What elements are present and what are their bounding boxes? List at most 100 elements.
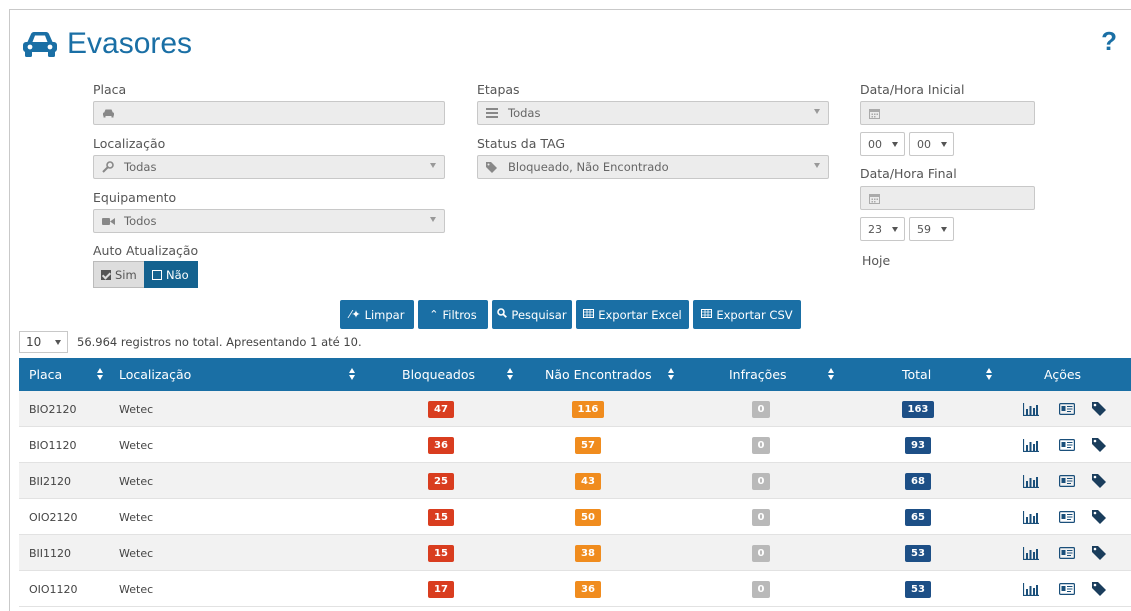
tag-icon[interactable] [1091, 473, 1107, 489]
page-header: Evasores [20, 24, 192, 64]
filtros-label: Filtros [442, 307, 477, 322]
col-bloqueados[interactable]: Bloqueados [402, 367, 475, 382]
filtros-button[interactable]: ⌃ Filtros [418, 300, 488, 329]
data-inicial-input[interactable] [860, 101, 1035, 125]
auto-nao-option[interactable]: Não [144, 261, 198, 288]
placa-label: Placa [93, 82, 127, 97]
chart-icon[interactable] [1023, 509, 1039, 525]
search-icon [497, 308, 508, 321]
auto-atualizacao-toggle: Sim Não [93, 261, 198, 288]
table-row: OIO1120 Wetec 17 36 0 53 [19, 571, 1131, 607]
sort-icon[interactable] [97, 368, 103, 380]
id-card-icon[interactable] [1059, 473, 1075, 489]
magic-wand-icon: ⁄✦ [349, 308, 361, 321]
minuto-inicial-select[interactable]: 00 [909, 132, 954, 156]
table-row: BIO1120 Wetec 36 57 0 93 [19, 427, 1131, 463]
exportar-excel-label: Exportar Excel [598, 307, 682, 322]
status-tag-select[interactable]: Bloqueado, Não Encontrado [477, 155, 829, 179]
placa-input[interactable] [93, 101, 445, 125]
cell-localizacao: Wetec [119, 403, 154, 416]
tag-icon[interactable] [1091, 437, 1107, 453]
cell-placa: OIO2120 [29, 511, 78, 524]
calendar-icon [869, 193, 885, 204]
car-icon [102, 108, 118, 118]
auto-sim-option[interactable]: Sim [93, 261, 144, 288]
chevron-down-icon [892, 227, 898, 232]
chevron-down-icon [814, 109, 820, 114]
chart-icon[interactable] [1023, 545, 1039, 561]
video-camera-icon [102, 217, 118, 226]
help-icon[interactable]: ? [1101, 26, 1117, 57]
cell-localizacao: Wetec [119, 583, 154, 596]
infracoes-badge: 0 [751, 581, 771, 598]
etapas-select[interactable]: Todas [477, 101, 829, 125]
tag-icon[interactable] [1091, 545, 1107, 561]
minuto-final-select[interactable]: 59 [909, 217, 954, 241]
exportar-excel-button[interactable]: Exportar Excel [576, 300, 689, 329]
id-card-icon[interactable] [1059, 437, 1075, 453]
checkbox-empty-icon [152, 269, 162, 280]
sort-icon[interactable] [349, 368, 355, 380]
status-tag-value: Bloqueado, Não Encontrado [508, 160, 669, 174]
table-row: OIO2120 Wetec 15 50 0 65 [19, 499, 1131, 535]
nao-encontrados-badge: 36 [575, 581, 601, 598]
hora-inicial-select[interactable]: 00 [860, 132, 905, 156]
sort-icon[interactable] [986, 368, 992, 380]
nao-encontrados-badge: 116 [571, 401, 605, 418]
col-nao-encontrados[interactable]: Não Encontrados [545, 367, 652, 382]
cell-placa: BIO2120 [29, 403, 77, 416]
col-localizacao[interactable]: Localização [119, 367, 191, 382]
pesquisar-button[interactable]: Pesquisar [492, 300, 572, 329]
chevron-down-icon [430, 217, 436, 222]
page-size-select[interactable]: 10 [19, 331, 68, 353]
sort-icon[interactable] [828, 368, 834, 380]
tag-icon[interactable] [1091, 401, 1107, 417]
limpar-button[interactable]: ⁄✦ Limpar [340, 300, 414, 329]
chevron-up-icon: ⌃ [429, 308, 439, 321]
chart-icon[interactable] [1023, 437, 1039, 453]
localizacao-select[interactable]: Todas [93, 155, 445, 179]
col-acoes: Ações [1044, 367, 1082, 382]
total-badge: 53 [905, 545, 931, 562]
total-badge: 68 [905, 473, 931, 490]
etapas-label: Etapas [477, 82, 520, 97]
col-infracoes[interactable]: Infrações [729, 367, 787, 382]
col-total[interactable]: Total [902, 367, 931, 382]
tag-icon[interactable] [1091, 509, 1107, 525]
total-badge: 53 [905, 581, 931, 598]
id-card-icon[interactable] [1059, 401, 1075, 417]
infracoes-badge: 0 [751, 509, 771, 526]
auto-sim-label: Sim [115, 267, 137, 282]
bloqueados-badge: 15 [428, 509, 454, 526]
chart-icon[interactable] [1023, 401, 1039, 417]
exportar-csv-button[interactable]: Exportar CSV [693, 300, 801, 329]
col-placa[interactable]: Placa [29, 367, 62, 382]
equipamento-select[interactable]: Todos [93, 209, 445, 233]
sort-icon[interactable] [507, 368, 513, 380]
limpar-label: Limpar [364, 307, 405, 322]
hoje-link[interactable]: Hoje [862, 253, 890, 268]
minuto-inicial-value: 00 [917, 137, 931, 151]
tag-icon[interactable] [1091, 581, 1107, 597]
hora-final-select[interactable]: 23 [860, 217, 905, 241]
cell-localizacao: Wetec [119, 511, 154, 524]
cell-localizacao: Wetec [119, 439, 154, 452]
chevron-down-icon [55, 340, 61, 345]
id-card-icon[interactable] [1059, 545, 1075, 561]
chart-icon[interactable] [1023, 581, 1039, 597]
chart-icon[interactable] [1023, 473, 1039, 489]
cell-localizacao: Wetec [119, 475, 154, 488]
records-info: 56.964 registros no total. Apresentando … [77, 335, 362, 349]
chevron-down-icon [430, 163, 436, 168]
equipamento-value: Todos [124, 214, 157, 228]
page-title: Evasores [67, 27, 193, 60]
exportar-csv-label: Exportar CSV [716, 307, 793, 322]
chevron-down-icon [892, 142, 898, 147]
id-card-icon[interactable] [1059, 509, 1075, 525]
cell-placa: BIO1120 [29, 439, 77, 452]
id-card-icon[interactable] [1059, 581, 1075, 597]
data-final-input[interactable] [860, 186, 1035, 210]
localizacao-value: Todas [124, 160, 157, 174]
sort-icon[interactable] [668, 368, 674, 380]
chevron-down-icon [814, 163, 820, 168]
